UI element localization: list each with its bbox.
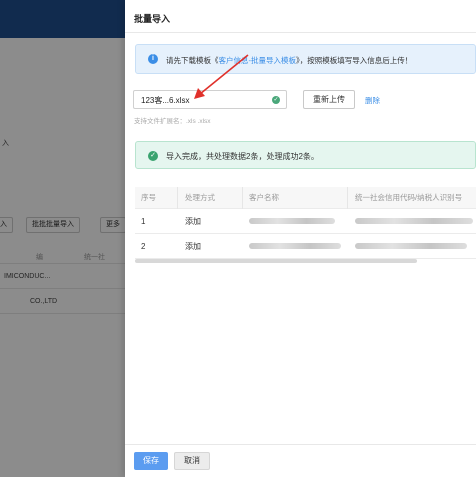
title-divider [125, 32, 476, 33]
redacted-customer-name [249, 234, 344, 258]
column-separator [242, 187, 243, 209]
row-index: 1 [141, 216, 146, 226]
uploaded-file-field[interactable]: 123客...6.xlsx ✓ [133, 90, 287, 109]
delete-link[interactable]: 删除 [365, 95, 380, 106]
redacted-credit-code [355, 209, 476, 233]
reupload-button[interactable]: 重新上传 [303, 90, 355, 109]
table-header: 序号 处理方式 客户名称 统一社会信用代码/纳税人识别号 [135, 187, 476, 209]
cancel-button[interactable]: 取消 [174, 452, 210, 470]
column-separator [347, 187, 348, 209]
table-row: 1 添加 [135, 209, 476, 234]
template-download-link[interactable]: 客户信息-批量导入模板 [219, 56, 297, 65]
save-button[interactable]: 保存 [134, 452, 168, 470]
footer-divider [125, 444, 476, 445]
check-circle-icon: ✓ [148, 151, 158, 161]
header-customer-name: 客户名称 [249, 193, 279, 202]
table-row: 2 添加 [135, 234, 476, 259]
file-name: 123客...6.xlsx [141, 96, 190, 105]
column-separator [177, 187, 178, 209]
horizontal-scrollbar[interactable] [135, 259, 417, 263]
row-method: 添加 [185, 216, 201, 226]
batch-import-drawer: 批量导入 i 请先下载模板《客户信息-批量导入模板》，按照模板填写导入信息后上传… [125, 0, 476, 477]
file-extension-hint: 支持文件扩展名：.xls .xlsx [134, 118, 211, 125]
check-circle-icon: ✓ [272, 96, 280, 104]
header-method: 处理方式 [185, 193, 215, 202]
header-credit-code: 统一社会信用代码/纳税人识别号 [355, 193, 463, 202]
modal-overlay[interactable] [0, 0, 125, 477]
redacted-customer-name [249, 209, 344, 233]
redacted-credit-code [355, 234, 476, 258]
success-banner: ✓ 导入完成，共处理数据2条，处理成功2条。 [135, 141, 476, 169]
info-text: 请先下载模板《客户信息-批量导入模板》，按照模板填写导入信息后上传！ [166, 55, 412, 66]
info-banner: i 请先下载模板《客户信息-批量导入模板》，按照模板填写导入信息后上传！ [135, 44, 476, 74]
header-index: 序号 [141, 193, 156, 202]
row-index: 2 [141, 241, 146, 251]
info-icon: i [148, 54, 158, 64]
info-prefix: 请先下载模板《 [166, 56, 219, 65]
success-text: 导入完成，共处理数据2条，处理成功2条。 [166, 152, 319, 161]
info-suffix: 》，按照模板填写导入信息后上传！ [296, 56, 413, 65]
row-method: 添加 [185, 241, 201, 251]
drawer-title: 批量导入 [134, 14, 171, 24]
